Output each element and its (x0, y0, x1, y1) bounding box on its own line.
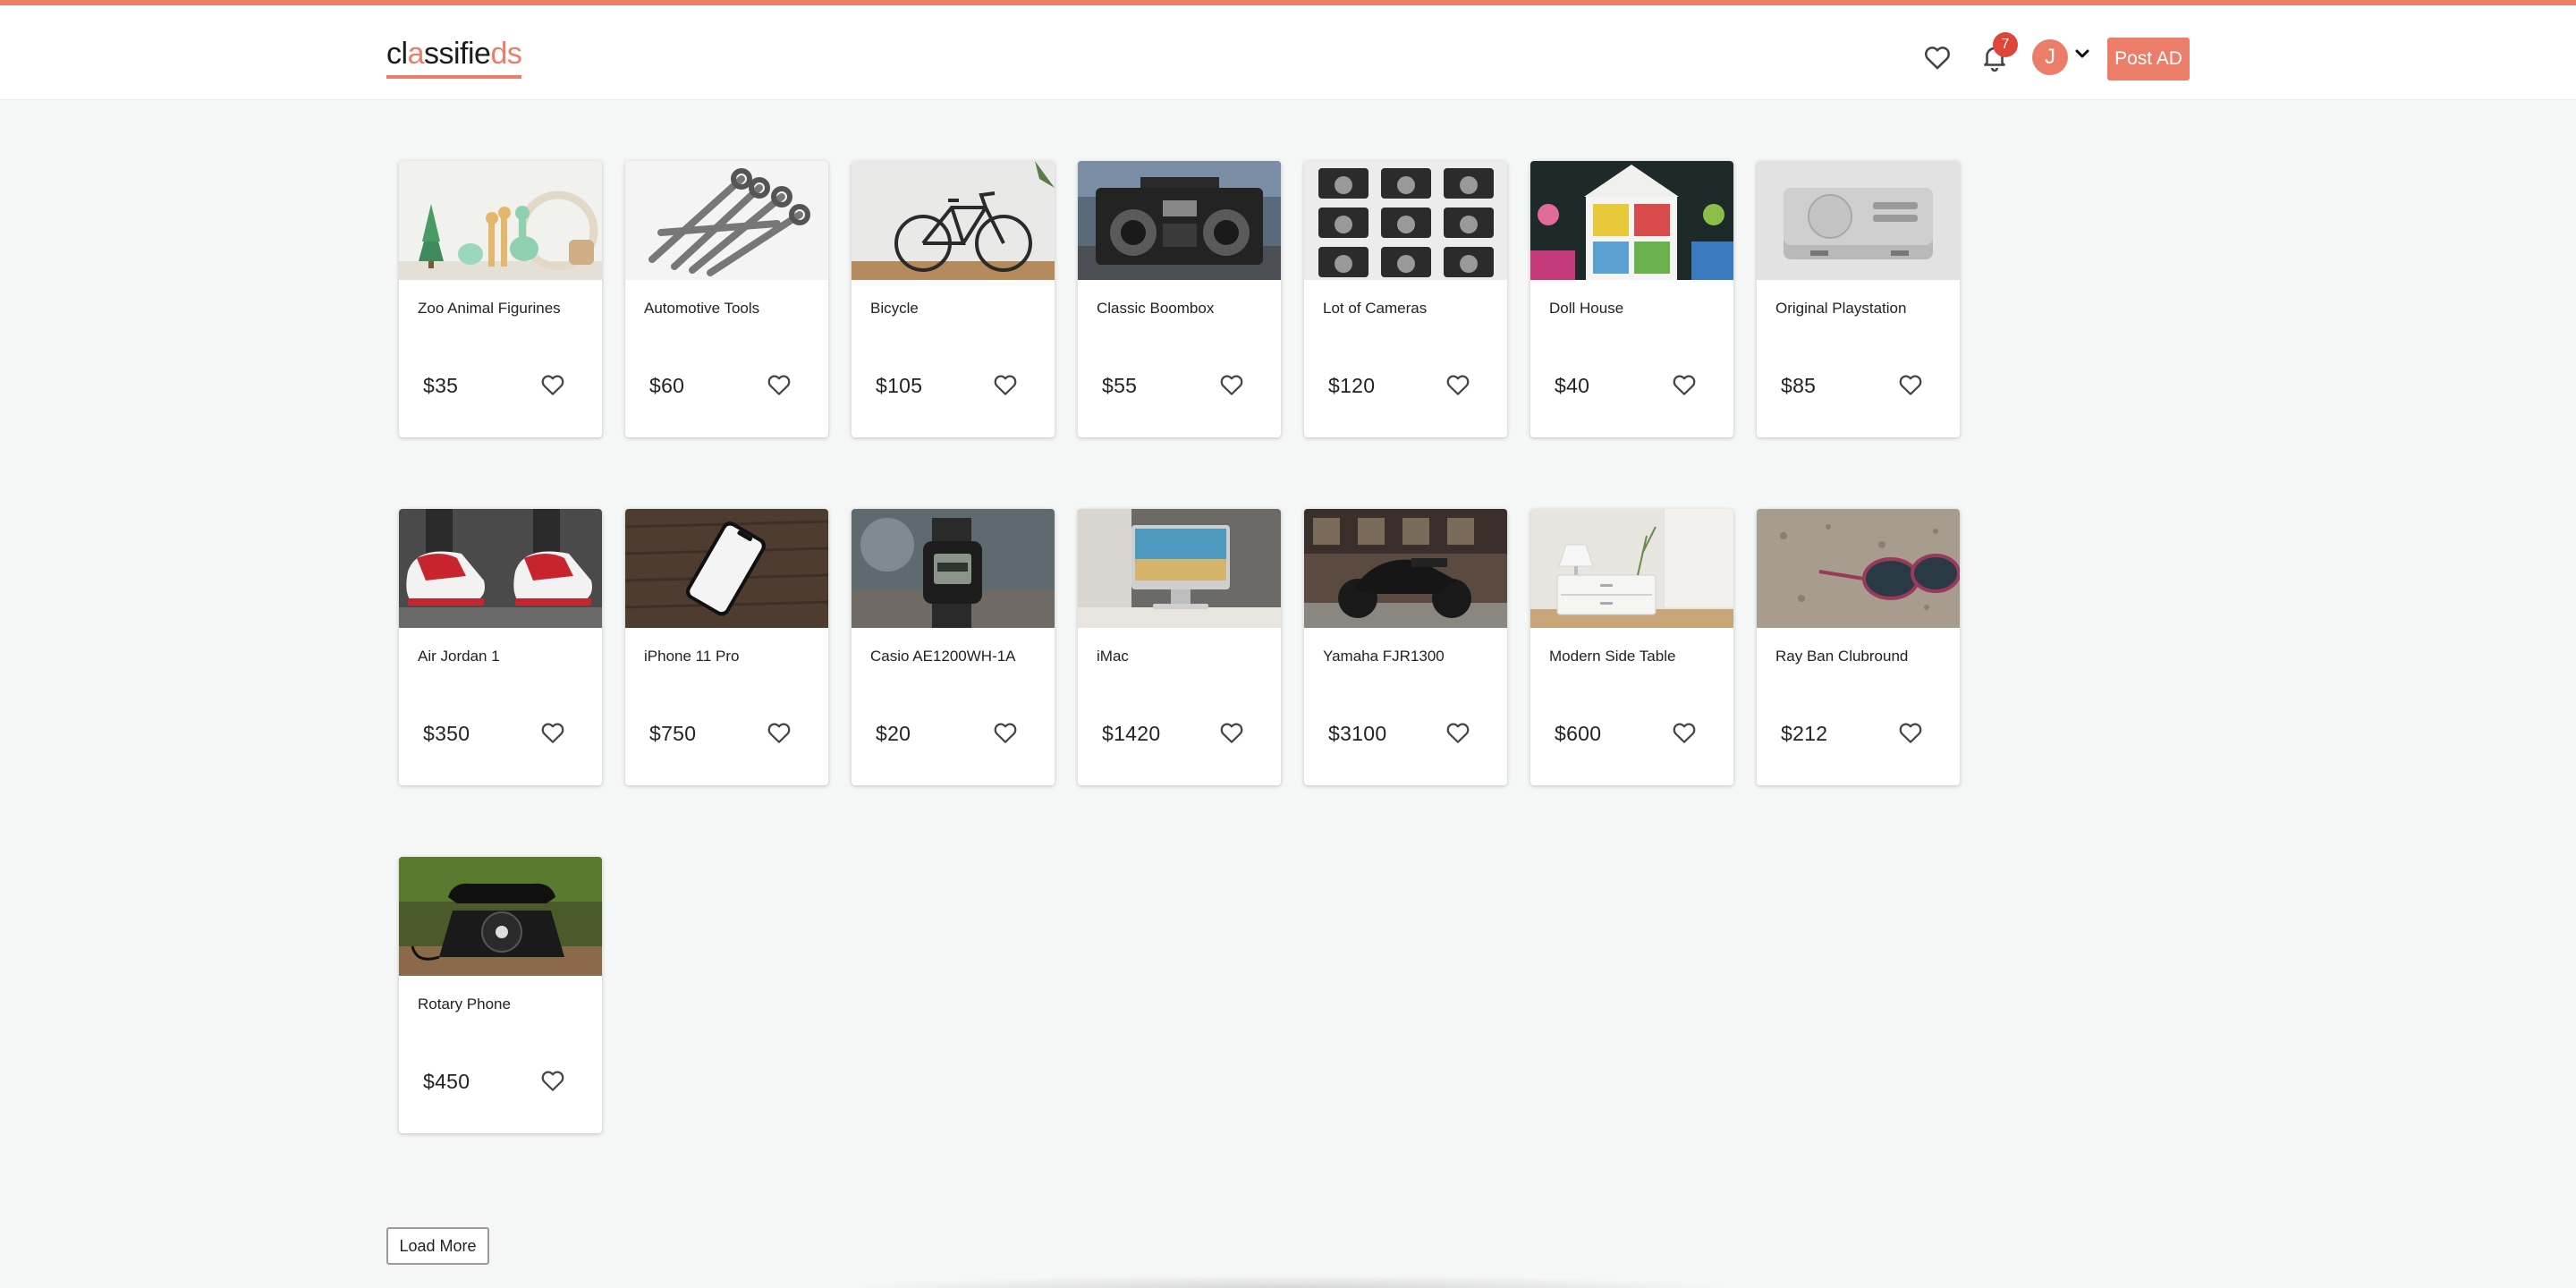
listing-title[interactable]: Original Playstation (1775, 300, 1906, 318)
favorite-heart-icon[interactable] (761, 715, 797, 750)
site-logo[interactable]: classifieds (386, 36, 522, 79)
listing-price: $85 (1781, 374, 1817, 397)
listing-title[interactable]: Automotive Tools (644, 300, 759, 318)
favorite-heart-icon[interactable] (1893, 367, 1928, 402)
listing-image[interactable] (625, 509, 828, 628)
favorite-heart-icon[interactable] (1214, 367, 1250, 402)
listing-card[interactable]: Original Playstation $85 (1757, 161, 1960, 437)
listing-price: $350 (423, 722, 470, 745)
favorite-heart-icon[interactable] (1666, 715, 1702, 750)
listing-title[interactable]: Yamaha FJR1300 (1323, 648, 1445, 665)
listing-image[interactable] (1078, 161, 1281, 280)
listing-price: $55 (1102, 374, 1138, 397)
footer-shadow (841, 1275, 1735, 1288)
listing-card[interactable]: Rotary Phone $450 (399, 857, 602, 1133)
favorite-heart-icon[interactable] (987, 367, 1023, 402)
listing-price: $750 (649, 722, 697, 745)
listing-image[interactable] (852, 509, 1055, 628)
listing-card[interactable]: iMac $1420 (1078, 509, 1281, 785)
listing-price: $450 (423, 1070, 470, 1093)
listing-image[interactable] (1304, 161, 1507, 280)
favorite-heart-icon[interactable] (761, 367, 797, 402)
listing-card[interactable]: Modern Side Table $600 (1530, 509, 1733, 785)
listing-price: $212 (1781, 722, 1828, 745)
listing-image[interactable] (399, 857, 602, 976)
listing-title[interactable]: Rotary Phone (418, 996, 511, 1013)
notification-count-badge: 7 (1993, 32, 2018, 57)
listing-card[interactable]: iPhone 11 Pro $750 (625, 509, 828, 785)
listing-image[interactable] (1078, 509, 1281, 628)
listings-grid: Zoo Animal Figurines $35 Automotive Tools $… (399, 161, 1960, 1133)
listing-image[interactable] (1530, 509, 1733, 628)
favorite-heart-icon[interactable] (535, 1063, 571, 1098)
listing-title[interactable]: Ray Ban Clubround (1775, 648, 1908, 665)
listing-price: $1420 (1102, 722, 1161, 745)
listing-card[interactable]: Air Jordan 1 $350 (399, 509, 602, 785)
listing-card[interactable]: Casio AE1200WH-1A $20 (852, 509, 1055, 785)
listing-title[interactable]: Doll House (1549, 300, 1623, 318)
listing-price: $105 (876, 374, 923, 397)
listing-title[interactable]: Classic Boombox (1097, 300, 1214, 318)
listing-title[interactable]: Bicycle (870, 300, 919, 318)
favorite-heart-icon[interactable] (1893, 715, 1928, 750)
listing-title[interactable]: Modern Side Table (1549, 648, 1675, 665)
favorite-heart-icon[interactable] (1214, 715, 1250, 750)
listing-card[interactable]: Automotive Tools $60 (625, 161, 828, 437)
listing-image[interactable] (1757, 161, 1960, 280)
listing-card[interactable]: Doll House $40 (1530, 161, 1733, 437)
listing-title[interactable]: iMac (1097, 648, 1129, 665)
listing-title[interactable]: Air Jordan 1 (418, 648, 500, 665)
listing-price: $120 (1328, 374, 1376, 397)
load-more-button[interactable]: Load More (386, 1227, 489, 1265)
app-header: classifieds 7 J Post AD (0, 5, 2576, 100)
post-ad-button[interactable]: Post AD (2107, 38, 2190, 80)
listing-card[interactable]: Classic Boombox $55 (1078, 161, 1281, 437)
listing-price: $3100 (1328, 722, 1387, 745)
listing-image[interactable] (852, 161, 1055, 280)
favorite-heart-icon[interactable] (535, 715, 571, 750)
listing-card[interactable]: Bicycle $105 (852, 161, 1055, 437)
favorite-heart-icon[interactable] (1440, 367, 1476, 402)
listing-image[interactable] (1530, 161, 1733, 280)
favorite-heart-icon[interactable] (1666, 367, 1702, 402)
listing-title[interactable]: Zoo Animal Figurines (418, 300, 561, 318)
listing-image[interactable] (1304, 509, 1507, 628)
listing-title[interactable]: Lot of Cameras (1323, 300, 1427, 318)
favorite-heart-icon[interactable] (1440, 715, 1476, 750)
favorite-heart-icon[interactable] (535, 367, 571, 402)
user-avatar[interactable]: J (2032, 39, 2068, 75)
listing-image[interactable] (625, 161, 828, 280)
listing-price: $60 (649, 374, 685, 397)
favorites-heart-icon[interactable] (1918, 38, 1957, 77)
listing-card[interactable]: Lot of Cameras $120 (1304, 161, 1507, 437)
listing-price: $35 (423, 374, 459, 397)
listing-price: $20 (876, 722, 911, 745)
listing-card[interactable]: Ray Ban Clubround $212 (1757, 509, 1960, 785)
listing-title[interactable]: Casio AE1200WH-1A (870, 648, 1016, 665)
listing-title[interactable]: iPhone 11 Pro (644, 648, 739, 665)
listing-image[interactable] (399, 509, 602, 628)
favorite-heart-icon[interactable] (987, 715, 1023, 750)
listing-price: $600 (1555, 722, 1602, 745)
listing-card[interactable]: Yamaha FJR1300 $3100 (1304, 509, 1507, 785)
listing-image[interactable] (1757, 509, 1960, 628)
listing-price: $40 (1555, 374, 1590, 397)
chevron-down-icon[interactable] (2072, 43, 2093, 64)
listing-card[interactable]: Zoo Animal Figurines $35 (399, 161, 602, 437)
listing-image[interactable] (399, 161, 602, 280)
